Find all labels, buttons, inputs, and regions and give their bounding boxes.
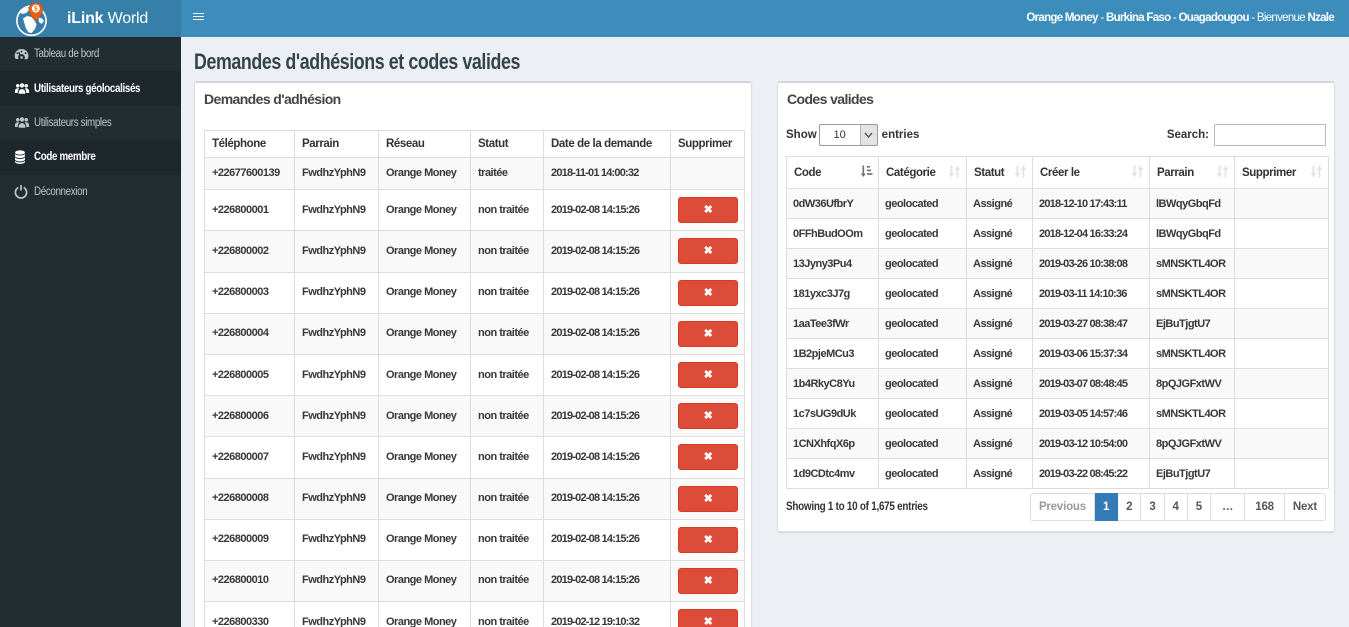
svg-text:$: $ xyxy=(34,6,38,13)
